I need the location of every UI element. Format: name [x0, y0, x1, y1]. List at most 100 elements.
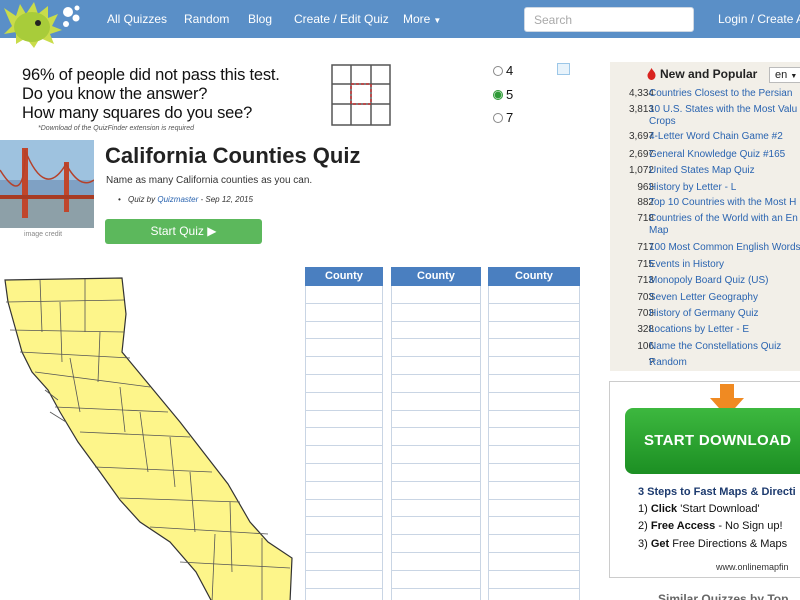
answer-cell	[305, 339, 383, 358]
caret-down-icon: ▼	[790, 73, 798, 80]
answer-cell	[488, 535, 580, 553]
nav-blog[interactable]: Blog	[248, 12, 272, 26]
answer-cell	[305, 446, 383, 464]
popular-quiz-link[interactable]: Events in History	[649, 259, 800, 271]
popular-quiz-link[interactable]: History by Letter - L	[649, 182, 800, 194]
answer-cell	[305, 517, 383, 536]
new-and-popular-title: New and Popular	[660, 67, 758, 81]
ad-option-label: 4	[506, 63, 514, 78]
popular-quiz-link[interactable]: Random	[649, 357, 800, 369]
answer-cell	[305, 535, 383, 553]
quiz-date: - Sep 12, 2015	[198, 195, 253, 204]
answer-cell	[488, 446, 580, 464]
caret-down-icon: ▼	[433, 16, 442, 25]
page: { "nav": { "links": ["All Quizzes", "Ran…	[0, 0, 800, 600]
download-step-3: 3) Get Free Directions & Maps	[638, 538, 788, 550]
popular-quiz-link[interactable]: 10 U.S. States with the Most Valu Crops	[649, 104, 800, 128]
quiz-meta: • Quiz by Quizmaster - Sep 12, 2015	[118, 195, 253, 204]
answer-cell	[488, 463, 580, 482]
golden-gate-bridge-image	[0, 140, 94, 228]
column-header: County	[305, 267, 383, 286]
answer-cell	[305, 463, 383, 482]
answer-column-2: County	[391, 267, 481, 600]
quiz-author-link[interactable]: Quizmaster	[157, 195, 198, 204]
ad-question[interactable]: 96% of people did not pass this test. Do…	[22, 66, 282, 123]
answer-column-3: County	[488, 267, 580, 600]
popular-quiz-link[interactable]: Countries of the World with an En Map	[649, 213, 800, 237]
popular-quiz-link[interactable]: 100 Most Common English Words	[649, 242, 800, 254]
ad-option-5[interactable]: 5	[493, 87, 513, 102]
answer-cell	[488, 570, 580, 589]
quiz-description: Name as many California counties as you …	[106, 175, 313, 186]
answer-cell	[391, 463, 481, 482]
answer-cell	[488, 517, 580, 536]
answer-cell	[391, 286, 481, 304]
ad-option-label: 5	[506, 87, 514, 102]
language-select[interactable]: en ▼	[769, 67, 800, 83]
popular-quiz-link[interactable]: United States Map Quiz	[649, 165, 800, 177]
popular-quiz-link[interactable]: Top 10 Countries with the Most H	[649, 197, 800, 209]
answer-cell	[488, 357, 580, 375]
popular-quiz-link[interactable]: General Knowledge Quiz #165	[649, 149, 800, 161]
answer-cell	[391, 588, 481, 600]
nav-random[interactable]: Random	[184, 12, 229, 26]
answer-cells	[305, 286, 383, 600]
answer-cell	[391, 517, 481, 536]
nav-more-label: More	[403, 12, 431, 26]
start-quiz-button[interactable]: Start Quiz ▶	[105, 219, 262, 244]
answer-cell	[391, 392, 481, 411]
radio-icon	[493, 113, 503, 123]
answer-cells	[488, 286, 580, 600]
answer-cell	[305, 303, 383, 322]
squares-puzzle-image	[331, 64, 391, 126]
radio-icon	[493, 66, 503, 76]
nav-create-edit-quiz[interactable]: Create / Edit Quiz	[294, 12, 389, 26]
answer-cell	[305, 428, 383, 447]
search-input[interactable]	[524, 7, 694, 32]
answer-cell	[305, 570, 383, 589]
answer-cells	[391, 286, 481, 600]
answer-cell	[488, 374, 580, 393]
login-create-account-link[interactable]: Login / Create A	[718, 12, 800, 26]
quiz-meta-prefix: Quiz by	[128, 195, 158, 204]
answer-cell	[305, 552, 383, 571]
answer-cell	[391, 535, 481, 553]
download-ad-url: www.onlinemapfin	[716, 562, 789, 572]
answer-cell	[305, 499, 383, 518]
answer-cell	[305, 588, 383, 600]
quiz-title: California Counties Quiz	[105, 143, 361, 168]
answer-cell	[391, 339, 481, 358]
answer-cell	[488, 392, 580, 411]
answer-cell	[488, 303, 580, 322]
answer-cell	[391, 481, 481, 500]
nav-more-dropdown[interactable]: More ▼	[403, 12, 441, 26]
answer-cell	[305, 357, 383, 375]
popular-quiz-link[interactable]: Locations by Letter - E	[649, 324, 800, 336]
answer-cell	[391, 570, 481, 589]
answer-cell	[488, 321, 580, 340]
popular-quiz-link[interactable]: History of Germany Quiz	[649, 308, 800, 320]
popular-quiz-link[interactable]: Monopoly Board Quiz (US)	[649, 275, 800, 287]
nav-all-quizzes[interactable]: All Quizzes	[107, 12, 167, 26]
answer-cell	[488, 481, 580, 500]
fire-icon	[647, 68, 656, 80]
adchoices-icon[interactable]	[557, 63, 570, 75]
image-credit-link[interactable]: image credit	[24, 231, 62, 238]
popular-quiz-link[interactable]: Countries Closest to the Persian	[649, 88, 800, 100]
popular-quiz-link[interactable]: Seven Letter Geography	[649, 292, 800, 304]
popular-quiz-link[interactable]: 4-Letter Word Chain Game #2	[649, 131, 800, 143]
ad-option-4[interactable]: 4	[493, 63, 513, 78]
download-step-1: 1) Click 'Start Download'	[638, 503, 760, 515]
answer-cell	[391, 552, 481, 571]
ad-option-7[interactable]: 7	[493, 110, 513, 125]
california-counties-map[interactable]	[0, 272, 300, 600]
ad-line-2: Do you know the answer?	[22, 85, 208, 103]
popular-quiz-link[interactable]: Name the Constellations Quiz	[649, 341, 800, 353]
bullet-icon: •	[118, 195, 121, 204]
start-download-label: START DOWNLOAD	[644, 432, 792, 449]
column-header: County	[488, 267, 580, 286]
answer-cell	[488, 410, 580, 429]
ad-option-label: 7	[506, 110, 514, 125]
site-logo-fish-icon[interactable]	[2, 0, 84, 50]
answer-cell	[488, 339, 580, 358]
